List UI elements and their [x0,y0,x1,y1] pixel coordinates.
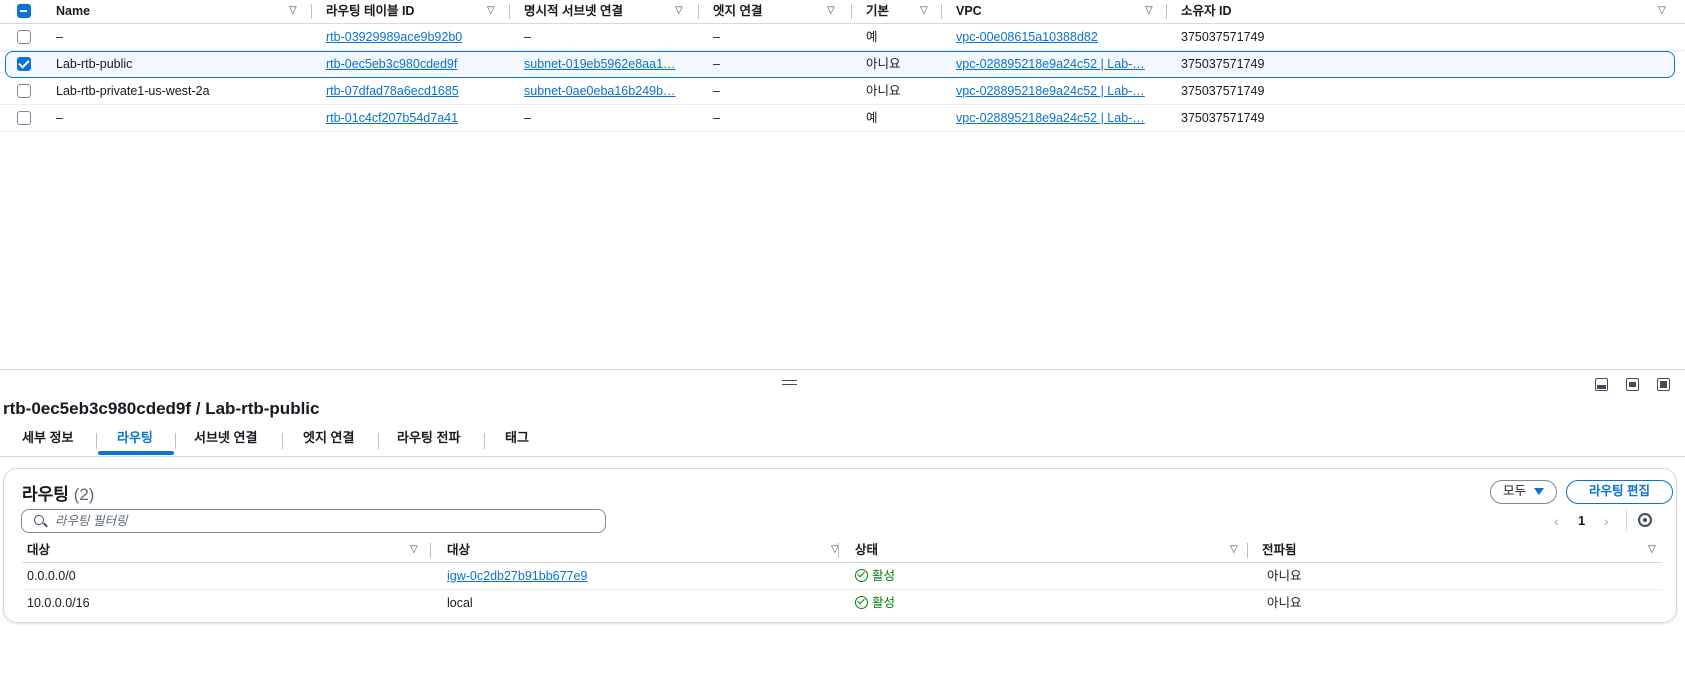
column-header-destination[interactable]: 대상 ▽ [27,539,418,562]
status-badge: 활성 [855,590,1235,616]
vpc-link[interactable]: vpc-028895218e9a24c52 | Lab-… [956,105,1156,131]
route-table-id-link[interactable]: rtb-03929989ace9b92b0 [326,24,501,50]
active-tab-indicator [98,451,174,455]
sort-caret-icon[interactable]: ▽ [1658,0,1666,22]
routes-count: (2) [73,485,95,504]
target-link[interactable]: igw-0c2db27b91bb677e9 [447,563,827,589]
subnet-link[interactable]: subnet-0ae0eba16b249b… [524,78,689,104]
routes-heading: 라우팅 (2) [22,485,95,504]
sort-caret-icon[interactable]: ▽ [1230,539,1238,561]
edit-routes-button[interactable]: 라우팅 편집 [1566,480,1673,504]
route-filter-search[interactable] [21,509,606,533]
filter-dropdown[interactable]: 모두 [1490,480,1557,504]
column-header-main[interactable]: 기본 ▽ [866,0,936,23]
column-header-edge-association[interactable]: 엣지 연결 ▽ [713,0,848,23]
route-row: 0.0.0.0/0 igw-0c2db27b91bb677e9 활성 아니요 [22,563,1662,590]
status-ok-icon [855,596,868,609]
chevron-right-icon[interactable]: › [1604,513,1609,529]
column-header-name[interactable]: Name ▽ [56,0,297,23]
tab-route-propagation[interactable]: 라우팅 전파 [397,427,460,455]
column-header-owner-id[interactable]: 소유자 ID ▽ [1181,0,1671,23]
routes-table-header: 대상 ▽ 대상 ▽ 상태 ▽ 전파됨 ▽ [22,539,1662,563]
row-checkbox[interactable] [17,84,31,98]
route-tables-table: Name ▽ 라우팅 테이블 ID ▽ 명시적 서브넷 연결 ▽ 엣지 연결 ▽… [0,0,1685,132]
row-checkbox[interactable] [17,57,31,71]
tab-subnet-associations[interactable]: 서브넷 연결 [194,427,257,455]
detail-tabs: 세부 정보 라우팅 서브넷 연결 엣지 연결 라우팅 전파 태그 [0,427,1685,457]
route-table-id-link[interactable]: rtb-01c4cf207b54d7a41 [326,105,501,131]
column-header-status[interactable]: 상태 ▽ [855,539,1245,562]
route-table-id-link[interactable]: rtb-0ec5eb3c980cded9f [326,51,501,77]
tab-details[interactable]: 세부 정보 [22,427,73,455]
column-header-subnet-association[interactable]: 명시적 서브넷 연결 ▽ [524,0,689,23]
sort-caret-icon[interactable]: ▽ [675,0,683,22]
chevron-left-icon[interactable]: ‹ [1554,513,1559,529]
panel-side-icon[interactable] [1626,378,1639,391]
vpc-link[interactable]: vpc-028895218e9a24c52 | Lab-… [956,51,1156,77]
table-row[interactable]: – rtb-03929989ace9b92b0 – – 예 vpc-00e086… [0,24,1685,51]
sort-caret-icon[interactable]: ▽ [1648,539,1656,561]
select-all-checkbox[interactable] [17,4,31,18]
table-row[interactable]: Lab-rtb-private1-us-west-2a rtb-07dfad78… [0,78,1685,105]
search-icon [34,515,44,525]
panel-title: rtb-0ec5eb3c980cded9f / Lab-rtb-public [3,399,320,418]
column-header-target[interactable]: 대상 ▽ [447,539,839,562]
panel-full-icon[interactable] [1657,378,1670,391]
tab-tags[interactable]: 태그 [505,427,529,455]
row-checkbox[interactable] [17,30,31,44]
tab-edge-associations[interactable]: 엣지 연결 [303,427,354,455]
panel-bottom-icon[interactable] [1595,378,1608,391]
column-header-route-table-id[interactable]: 라우팅 테이블 ID ▽ [326,0,501,23]
sort-caret-icon[interactable]: ▽ [827,0,835,22]
row-checkbox[interactable] [17,111,31,125]
table-row-selected[interactable]: Lab-rtb-public rtb-0ec5eb3c980cded9f sub… [5,51,1675,78]
caret-down-icon [1534,488,1544,496]
vpc-link[interactable]: vpc-028895218e9a24c52 | Lab-… [956,78,1156,104]
sort-caret-icon[interactable]: ▽ [920,0,928,22]
split-panel-divider [0,369,1685,370]
sort-caret-icon[interactable]: ▽ [410,539,418,561]
routes-container: 라우팅 (2) 모두 라우팅 편집 ‹ 1 › 대상 ▽ 대상 ▽ 상태 ▽ 전… [3,468,1677,623]
subnet-link[interactable]: subnet-019eb5962e8aa1… [524,51,689,77]
sort-caret-icon[interactable]: ▽ [1145,0,1153,22]
table-header: Name ▽ 라우팅 테이블 ID ▽ 명시적 서브넷 연결 ▽ 엣지 연결 ▽… [0,0,1685,24]
page-number[interactable]: 1 [1578,513,1585,528]
column-header-propagated[interactable]: 전파됨 ▽ [1262,539,1657,562]
sort-caret-icon[interactable]: ▽ [289,0,297,22]
route-table-id-link[interactable]: rtb-07dfad78a6ecd1685 [326,78,501,104]
vpc-link[interactable]: vpc-00e08615a10388d82 [956,24,1156,50]
table-row[interactable]: – rtb-01c4cf207b54d7a41 – – 예 vpc-028895… [0,105,1685,132]
route-row: 10.0.0.0/16 local 활성 아니요 [22,590,1662,617]
drag-handle-icon[interactable] [782,380,797,385]
status-badge: 활성 [855,563,1235,589]
column-header-vpc[interactable]: VPC ▽ [956,0,1166,23]
gear-icon[interactable] [1638,513,1652,527]
sort-caret-icon[interactable]: ▽ [487,0,495,22]
status-ok-icon [855,569,868,582]
search-input[interactable] [55,512,595,530]
